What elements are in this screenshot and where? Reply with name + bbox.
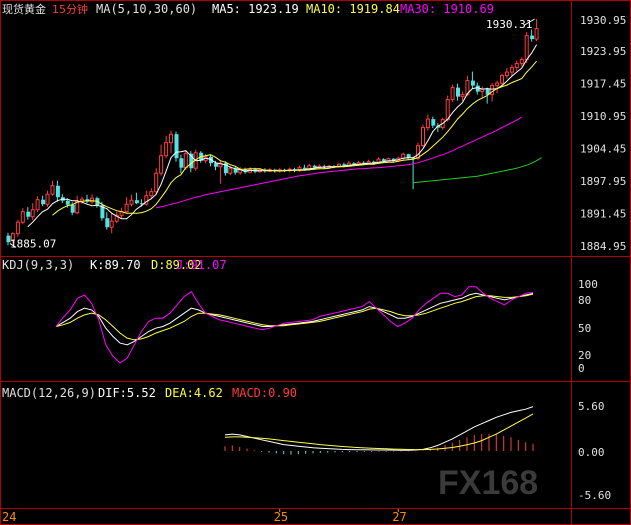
dif-value-label: DIF:5.52 <box>98 386 156 400</box>
d-line <box>55 293 534 341</box>
dea-line <box>224 413 534 451</box>
price-tick-label: 1884.95 <box>580 240 626 253</box>
macd-header: MACD(12,26,9) DIF:5.52 DEA:4.62 MACD:0.9… <box>2 386 297 400</box>
candle-body-up <box>534 28 539 40</box>
macd-params-label: MACD(12,26,9) <box>2 386 96 400</box>
candle-body-up <box>15 221 20 235</box>
kdj-layer: 100 80 50 200 <box>55 278 598 375</box>
candle-body-up <box>149 191 154 197</box>
macd-layer: 5.60 0.00 -5.60 <box>224 400 611 502</box>
candle-body-up <box>425 118 430 129</box>
candle-body-up <box>154 172 159 193</box>
time-axis-label: 24 <box>2 510 16 524</box>
candle-body-up <box>421 127 425 147</box>
k-value-label: K:89.70 <box>90 258 141 272</box>
ma-params-label: MA(5,10,30,60) <box>96 2 197 16</box>
ma10-label: MA10: 1919.84 <box>306 2 400 16</box>
candle-body-down <box>65 200 70 205</box>
candle-body-down <box>530 35 535 40</box>
candle-body-up <box>416 145 420 159</box>
candle-body-down <box>41 199 46 205</box>
candle-body-up <box>500 75 504 84</box>
kdj-tick-label: 80 <box>578 294 591 307</box>
kdj-tick-label: 0 <box>578 362 585 375</box>
candle-body-down <box>214 163 218 167</box>
price-tick-label: 1897.95 <box>580 175 626 188</box>
candle-body-up <box>524 35 529 61</box>
candle-body-up <box>164 142 169 157</box>
price-header: 现货黄金 15分钟 MA(5,10,30,60) MA5: 1923.19 MA… <box>2 2 494 16</box>
candle-body-up <box>169 133 173 144</box>
candle-body-up <box>129 199 134 205</box>
ma60-line <box>413 157 542 184</box>
candle-body-down <box>70 204 75 213</box>
candle-body-down <box>406 154 411 158</box>
price-tick-label: 1930.95 <box>580 14 626 27</box>
candle-body-up <box>35 199 40 211</box>
ma5-line <box>27 44 538 228</box>
candle-body-up <box>228 167 233 174</box>
dea-value-label: DEA:4.62 <box>165 386 223 400</box>
candle-body-down <box>179 158 184 168</box>
dif-line <box>224 406 534 451</box>
candle-body-up <box>109 220 114 228</box>
low-label: 1885.07 <box>10 237 56 250</box>
candle-body-up <box>509 67 514 73</box>
candle-body-down <box>26 211 31 217</box>
candle-body-up <box>30 209 35 218</box>
candle-body-down <box>431 119 436 126</box>
candle-body-up <box>495 82 500 87</box>
candle-body-down <box>55 185 60 198</box>
candle-body-down <box>134 200 139 204</box>
candle-body-down <box>456 87 460 97</box>
price-tick-label: 1917.45 <box>580 77 626 90</box>
price-layer: 1930.95 1923.95 1917.45 1910.95 1904.45 1897.… <box>6 14 626 253</box>
candle-body-up <box>20 211 25 223</box>
candle-body-up <box>445 99 450 121</box>
kdj-header: KDJ(9,3,3) K:89.70 D:89.02 J:91.07 <box>2 258 227 272</box>
candle-body-up <box>45 193 50 205</box>
ma30-label: MA30: 1910.69 <box>400 2 494 16</box>
price-tick-label: 1910.95 <box>580 110 626 123</box>
candle-body-down <box>105 218 110 228</box>
instrument-name: 现货黄金 <box>2 2 46 16</box>
axis-layer: 24 25 27 <box>2 509 407 524</box>
price-tick-label: 1923.95 <box>580 45 626 58</box>
candle-body-down <box>174 134 179 159</box>
j-value-label: J:91.07 <box>176 258 227 272</box>
candle-body-up <box>490 85 495 96</box>
ma10-line <box>52 60 537 216</box>
kdj-tick-label: 20 <box>578 349 591 362</box>
candle-body-up <box>124 203 129 213</box>
candle-body-up <box>514 63 519 69</box>
ma5-label: MA5: 1923.19 <box>212 2 299 16</box>
candle-body-down <box>470 80 475 86</box>
candlestick-chart: 现货黄金 15分钟 MA(5,10,30,60) MA5: 1923.19 MA… <box>0 0 631 525</box>
candle-body-up <box>183 153 188 169</box>
candle-body-up <box>50 185 55 195</box>
candle-body-up <box>460 94 465 98</box>
price-tick-label: 1904.45 <box>580 142 626 155</box>
high-label: 1930.31 <box>486 18 532 31</box>
candle-body-up <box>450 87 455 101</box>
kdj-tick-label: 100 <box>578 278 598 291</box>
watermark-text: FX168 <box>438 464 538 502</box>
fx168-watermark: FX168 <box>438 464 538 502</box>
time-axis-label: 27 <box>392 510 406 524</box>
macd-tick-label: 5.60 <box>578 400 605 413</box>
macd-value-label: MACD:0.90 <box>232 386 297 400</box>
macd-tick-label: 0.00 <box>578 446 605 459</box>
time-axis-label: 25 <box>274 510 288 524</box>
k-line <box>55 292 534 346</box>
kdj-tick-label: 50 <box>578 322 591 335</box>
macd-tick-label: -5.60 <box>578 489 611 502</box>
period-label: 15分钟 <box>52 2 88 16</box>
candle-body-up <box>159 155 164 174</box>
candle-body-up <box>519 59 524 65</box>
candle-body-up <box>504 71 509 77</box>
kdj-params-label: KDJ(9,3,3) <box>2 258 74 272</box>
price-tick-label: 1891.45 <box>580 208 626 221</box>
